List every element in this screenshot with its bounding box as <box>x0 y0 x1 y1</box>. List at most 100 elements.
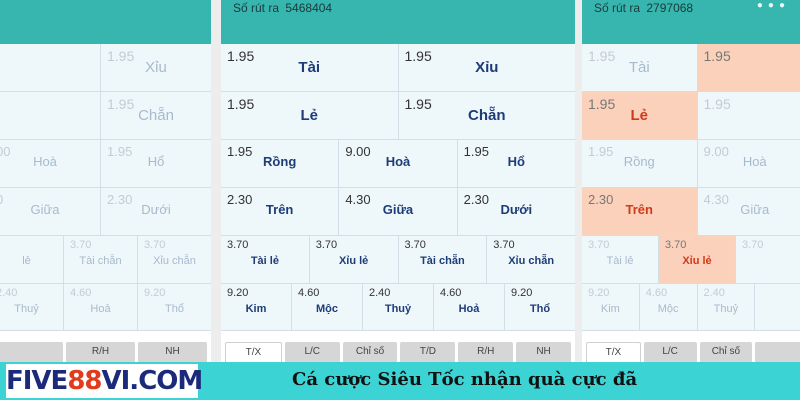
bet-type-tab[interactable]: NH <box>516 342 571 362</box>
promo-slogan: Cá cược Siêu Tốc nhận quà cực đã <box>292 369 638 390</box>
bet-option[interactable]: 4.60 Hoả <box>64 284 138 330</box>
bet-option[interactable]: 00Hoà <box>0 140 101 187</box>
bet-type-tab[interactable] <box>0 342 63 362</box>
bet-option[interactable]: 1.95 Rồng <box>221 140 340 187</box>
bet-label: Tài chẵn <box>420 255 465 267</box>
bet-odds: 3.70 <box>315 239 338 251</box>
bet-option[interactable]: 1.95 Tài <box>221 44 399 91</box>
bet-option[interactable] <box>0 44 101 91</box>
bet-option[interactable]: 1.95 Xỉu <box>101 44 211 91</box>
bet-type-tab[interactable]: Chỉ số <box>699 342 753 362</box>
bet-option[interactable]: 2.40 Thuỷ <box>697 284 756 330</box>
bet-option[interactable]: 1.95 Xỉu <box>398 44 575 91</box>
bet-option[interactable]: 2.40 Thuỷ <box>363 284 434 330</box>
bet-label: Hổ <box>147 154 165 169</box>
bet-option[interactable]: 1.95 Chẵn <box>398 92 575 139</box>
bet-option[interactable]: 1.95 Hổ <box>101 140 211 187</box>
logo-part-88: 88 <box>67 366 102 396</box>
panel-header: Số rút ra 2797068 ●●● <box>582 0 800 44</box>
bet-label: Tài lẻ <box>250 255 279 267</box>
bet-row: 3.70 Tài lẻ 3.70 Xỉu lẻ 3.70 Tài chẵn 3.70 Xỉu … <box>221 236 575 284</box>
draw-number-label: Số rút ra <box>594 1 641 15</box>
bet-label: lẻ <box>22 255 31 267</box>
bet-row: 1.95 Chẵn <box>0 92 211 140</box>
panel-gap <box>575 0 582 362</box>
bet-label: Dưới <box>141 202 171 217</box>
bet-option[interactable]: 2.40 Thuỷ <box>0 284 64 330</box>
bet-row: 1.95 Lẻ 1.95 Chẵn <box>221 92 575 140</box>
bet-label: Giữa <box>382 202 414 217</box>
bet-odds: 4.60 <box>298 287 320 299</box>
bet-type-tab[interactable]: L/C <box>643 342 697 362</box>
bet-row: 1.95 Rồng 9.00 Hoà 1.95 Hổ <box>221 140 575 188</box>
bet-type-tab[interactable]: R/H <box>66 342 135 362</box>
bet-label: Hoà <box>742 154 767 169</box>
bet-type-tabs: R/H NH <box>0 342 207 362</box>
bet-option[interactable]: 2.30 Dưới <box>101 188 211 235</box>
bet-option[interactable]: 2.30 Dưới <box>457 188 575 235</box>
bet-option[interactable]: 4.60 Mộc <box>639 284 698 330</box>
panel-header <box>0 0 211 44</box>
bet-option[interactable]: 2.30 Trên <box>582 188 698 235</box>
bet-option[interactable] <box>755 284 800 330</box>
bet-odds: 2.40 <box>703 287 725 299</box>
bet-label: Hoà <box>33 154 57 169</box>
bet-option[interactable]: 4.60 Mộc <box>292 284 363 330</box>
bet-label: Trên <box>625 202 653 217</box>
bet-type-tab[interactable]: T/D <box>400 342 456 362</box>
bet-option[interactable]: 4.30 Giữa <box>697 188 800 235</box>
bet-option[interactable]: lẻ <box>0 236 64 283</box>
bet-label: Thuỷ <box>384 303 412 315</box>
bet-option[interactable]: 3.70 Xỉu lẻ <box>309 236 399 283</box>
bet-option[interactable]: 2.30 Trên <box>221 188 340 235</box>
bet-option[interactable]: 1.95 Rồng <box>582 140 698 187</box>
bet-type-tab[interactable]: NH <box>138 342 207 362</box>
bet-option[interactable]: 1.95 Lẻ <box>582 92 698 139</box>
bet-odds: 2.40 <box>0 287 18 299</box>
bet-odds: 3.70 <box>742 239 764 251</box>
bet-option[interactable]: 3.70 <box>736 236 800 283</box>
bet-option[interactable]: 9.20 Kim <box>582 284 640 330</box>
bet-odds: 4.60 <box>70 287 92 299</box>
bet-type-tab[interactable]: Chỉ số <box>342 342 398 362</box>
bet-option[interactable]: 1.95 <box>697 92 800 139</box>
game-panel-center: Số rút ra 5468404 1.95 Tài 1.95 Xỉu 1.95 Lẻ 1.… <box>221 0 575 362</box>
bet-row: 1.95 Tài 1.95 Xỉu <box>221 44 575 92</box>
bet-type-tab[interactable]: R/H <box>458 342 514 362</box>
bet-option[interactable] <box>0 92 101 139</box>
bet-option[interactable]: 0Giữa <box>0 188 101 235</box>
bet-type-tab[interactable] <box>755 342 800 362</box>
bet-option[interactable]: 9.20 Thổ <box>138 284 211 330</box>
bet-type-tab[interactable]: L/C <box>284 342 340 362</box>
bet-row: 9.20 Kim 4.60 Mộc 2.40 Thuỷ 4.60 Hoả 9.20 Thổ <box>221 284 575 331</box>
bet-option[interactable]: 9.20 Thổ <box>505 284 575 330</box>
bet-option[interactable]: 1.95 Tài <box>582 44 698 91</box>
bet-option[interactable]: 1.95 Chẵn <box>101 92 211 139</box>
bet-label: Rồng <box>263 154 297 169</box>
bet-option[interactable]: 3.70 Tài chẵn <box>64 236 138 283</box>
bet-option[interactable]: 9.00 Hoà <box>697 140 800 187</box>
bet-option[interactable]: 9.00 Hoà <box>339 140 458 187</box>
bet-option[interactable]: 3.70 Tài lẻ <box>582 236 659 283</box>
site-logo[interactable]: FIVE88VI.COM <box>6 364 203 398</box>
bet-label: Lẻ <box>630 107 648 124</box>
bet-option[interactable]: 4.30 Giữa <box>339 188 458 235</box>
bet-option[interactable]: 3.70 Xỉu chẵn <box>487 236 575 283</box>
bet-option[interactable]: 1.95 Lẻ <box>221 92 399 139</box>
bet-option[interactable]: 1.95 Hổ <box>457 140 575 187</box>
bet-option[interactable]: 1.95 <box>697 44 800 91</box>
bet-row: 1.95 Xỉu <box>0 44 211 92</box>
bet-row: 2.30 Trên 4.30 Giữa 2.30 Dưới <box>221 188 575 236</box>
bet-option[interactable]: 3.70 Xỉu chẵn <box>138 236 211 283</box>
bet-type-tab[interactable]: T/X <box>586 342 641 362</box>
bet-option[interactable]: 3.70 Tài chẵn <box>398 236 488 283</box>
bet-option[interactable]: 9.20 Kim <box>221 284 292 330</box>
bet-option[interactable]: 4.60 Hoả <box>434 284 505 330</box>
bet-type-tab[interactable]: T/X <box>225 342 282 362</box>
bet-option[interactable]: 3.70 Tài lẻ <box>221 236 310 283</box>
bet-label: Tài chẵn <box>79 255 122 267</box>
bet-grid: 1.95 Tài 1.95 Xỉu 1.95 Lẻ 1.95 Chẵn 1.95 Rồng 9.00… <box>221 44 575 331</box>
bet-option[interactable]: 3.70 Xỉu lẻ <box>659 236 736 283</box>
bet-label: Giữa <box>30 202 60 217</box>
panel-header: Số rút ra 5468404 <box>221 0 575 44</box>
